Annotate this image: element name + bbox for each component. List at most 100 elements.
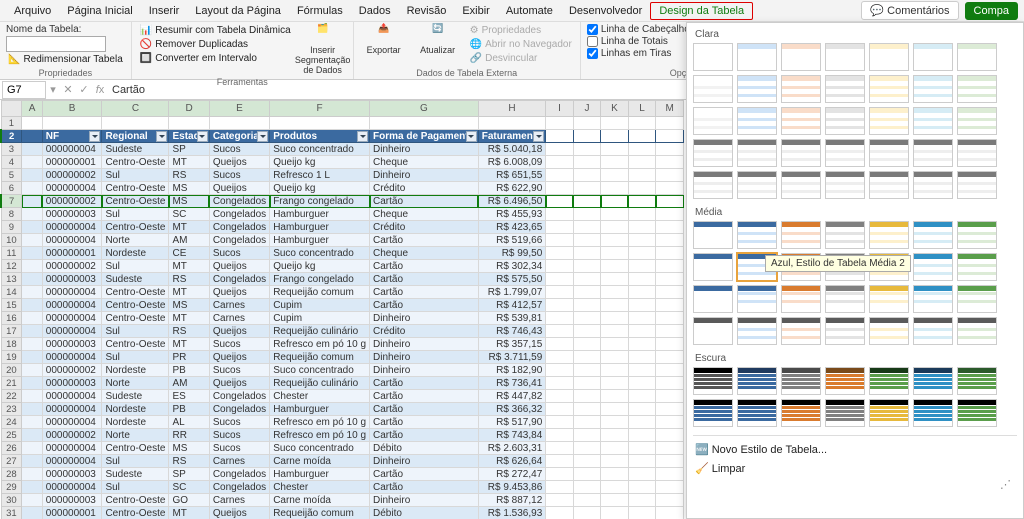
table-cell[interactable]: Carne moída [270, 494, 370, 507]
tab-layout-da-p-gina[interactable]: Layout da Página [187, 3, 289, 19]
table-cell[interactable]: 000000003 [42, 468, 102, 481]
table-style-swatch[interactable] [869, 399, 909, 427]
table-cell[interactable]: R$ 357,15 [478, 338, 546, 351]
table-header-4[interactable]: Produtos [270, 130, 370, 143]
table-cell[interactable]: Dinheiro [370, 494, 479, 507]
table-cell[interactable]: AL [169, 416, 209, 429]
row-header-20[interactable]: 20 [1, 364, 22, 377]
row-header-13[interactable]: 13 [1, 273, 22, 286]
table-cell[interactable]: 000000004 [42, 299, 102, 312]
table-style-swatch[interactable] [693, 43, 733, 71]
table-cell[interactable]: Requeijão comum [270, 286, 370, 299]
table-cell[interactable]: R$ 9.453,86 [478, 481, 546, 494]
table-cell[interactable]: RS [169, 325, 209, 338]
table-cell[interactable]: R$ 6.496,50 [478, 195, 546, 208]
row-header-9[interactable]: 9 [1, 221, 22, 234]
table-style-swatch[interactable] [737, 285, 777, 313]
table-cell[interactable]: R$ 622,90 [478, 182, 546, 195]
table-style-swatch[interactable] [781, 43, 821, 71]
table-style-swatch[interactable] [693, 75, 733, 103]
table-cell[interactable]: R$ 5.040,18 [478, 143, 546, 156]
table-cell[interactable]: Congelados [209, 273, 269, 286]
table-cell[interactable]: 000000004 [42, 325, 102, 338]
table-cell[interactable]: Congelados [209, 403, 269, 416]
row-header-25[interactable]: 25 [1, 429, 22, 442]
tab-desenvolvedor[interactable]: Desenvolvedor [561, 3, 650, 19]
table-style-swatch[interactable] [781, 107, 821, 135]
row-header-23[interactable]: 23 [1, 403, 22, 416]
table-cell[interactable]: 000000004 [42, 455, 102, 468]
table-cell[interactable]: Queijo kg [270, 260, 370, 273]
table-style-swatch[interactable] [913, 285, 953, 313]
tab-design-da-tabela[interactable]: Design da Tabela [650, 2, 753, 20]
table-style-swatch[interactable] [737, 367, 777, 395]
table-cell[interactable]: Débito [370, 442, 479, 455]
table-cell[interactable]: Congelados [209, 221, 269, 234]
table-cell[interactable]: PB [169, 364, 209, 377]
table-header-0[interactable]: NF [42, 130, 102, 143]
table-cell[interactable]: SP [169, 143, 209, 156]
table-style-swatch[interactable] [737, 221, 777, 249]
table-cell[interactable]: 000000004 [42, 403, 102, 416]
filter-arrow-icon[interactable] [89, 131, 100, 142]
table-cell[interactable]: 000000001 [42, 247, 102, 260]
table-style-swatch[interactable] [913, 75, 953, 103]
convert-range-button[interactable]: 🔲 Converter em Intervalo [138, 52, 293, 65]
table-cell[interactable]: Refresco 1 L [270, 169, 370, 182]
row-header-29[interactable]: 29 [1, 481, 22, 494]
table-cell[interactable]: Queijos [209, 351, 269, 364]
col-header-F[interactable]: F [270, 101, 370, 117]
tab-automate[interactable]: Automate [498, 3, 561, 19]
row-header-24[interactable]: 24 [1, 416, 22, 429]
table-style-swatch[interactable] [869, 317, 909, 345]
row-header-30[interactable]: 30 [1, 494, 22, 507]
table-cell[interactable]: Frango congelado [270, 273, 370, 286]
table-cell[interactable]: 000000002 [42, 429, 102, 442]
table-cell[interactable]: 000000004 [42, 312, 102, 325]
table-cell[interactable]: Sul [102, 351, 169, 364]
row-header-2[interactable]: 2 [1, 130, 22, 143]
row-header-27[interactable]: 27 [1, 455, 22, 468]
table-name-input[interactable] [6, 36, 106, 52]
table-style-swatch[interactable] [957, 317, 997, 345]
table-cell[interactable]: Nordeste [102, 247, 169, 260]
table-style-swatch[interactable] [825, 399, 865, 427]
table-style-swatch[interactable] [913, 317, 953, 345]
table-cell[interactable]: R$ 575,50 [478, 273, 546, 286]
row-header-12[interactable]: 12 [1, 260, 22, 273]
table-cell[interactable]: R$ 626,64 [478, 455, 546, 468]
col-header-E[interactable]: E [209, 101, 269, 117]
table-header-5[interactable]: Forma de Pagamento [370, 130, 479, 143]
table-style-swatch[interactable] [693, 285, 733, 313]
table-style-swatch[interactable] [825, 171, 865, 199]
table-style-swatch[interactable] [957, 43, 997, 71]
table-cell[interactable]: AM [169, 234, 209, 247]
table-cell[interactable]: Sucos [209, 169, 269, 182]
filter-arrow-icon[interactable] [156, 131, 167, 142]
table-cell[interactable]: Sucos [209, 143, 269, 156]
row-header-16[interactable]: 16 [1, 312, 22, 325]
table-cell[interactable]: Cheque [370, 247, 479, 260]
remove-duplicates-button[interactable]: 🚫 Remover Duplicadas [138, 38, 293, 51]
table-cell[interactable]: Centro-Oeste [102, 299, 169, 312]
table-cell[interactable]: R$ 1.536,93 [478, 507, 546, 519]
table-cell[interactable]: Hamburguer [270, 468, 370, 481]
table-cell[interactable]: Dinheiro [370, 351, 479, 364]
table-cell[interactable]: Sucos [209, 338, 269, 351]
table-cell[interactable]: Suco concentrado [270, 247, 370, 260]
table-cell[interactable]: SP [169, 468, 209, 481]
table-cell[interactable]: RS [169, 169, 209, 182]
table-cell[interactable]: GO [169, 494, 209, 507]
table-cell[interactable]: Cartão [370, 390, 479, 403]
table-style-swatch[interactable] [825, 317, 865, 345]
table-cell[interactable]: 000000001 [42, 156, 102, 169]
table-style-swatch[interactable] [737, 317, 777, 345]
table-cell[interactable]: Crédito [370, 182, 479, 195]
table-cell[interactable]: R$ 1.799,07 [478, 286, 546, 299]
table-cell[interactable]: Queijo kg [270, 156, 370, 169]
share-button[interactable]: Compa [965, 2, 1018, 20]
table-cell[interactable]: Hamburguer [270, 221, 370, 234]
table-cell[interactable]: Cartão [370, 234, 479, 247]
col-header-I[interactable]: I [546, 101, 573, 117]
table-cell[interactable]: Sul [102, 169, 169, 182]
